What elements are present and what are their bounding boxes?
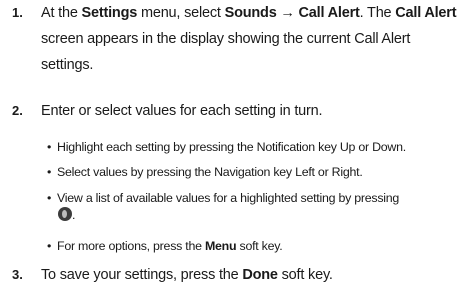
menu-softkey-label: Menu xyxy=(204,239,237,253)
step-number: 1. xyxy=(12,5,23,20)
done-softkey-label: Done xyxy=(242,267,278,283)
bullet-glyph: • xyxy=(47,165,52,179)
bullet-glyph: • xyxy=(47,140,52,154)
bullet-glyph: • xyxy=(47,239,52,253)
step-text: Enter or select values for each setting … xyxy=(41,103,323,119)
step-number: 2. xyxy=(12,103,23,118)
step-text: At the Settings menu, select Sounds → Ca… xyxy=(41,5,457,73)
navigation-key-icon xyxy=(58,207,72,221)
step-text: To save your settings, press the Done so… xyxy=(41,267,333,283)
bullet-glyph: • xyxy=(47,191,52,205)
settings-menu-label: Settings xyxy=(81,5,138,21)
call-alert-label: Call Alert xyxy=(395,5,457,21)
menu-path: Sounds → Call Alert xyxy=(224,5,360,21)
step-number: 3. xyxy=(12,267,23,282)
instruction-page: 1. At the Settings menu, select Sounds →… xyxy=(0,0,472,296)
